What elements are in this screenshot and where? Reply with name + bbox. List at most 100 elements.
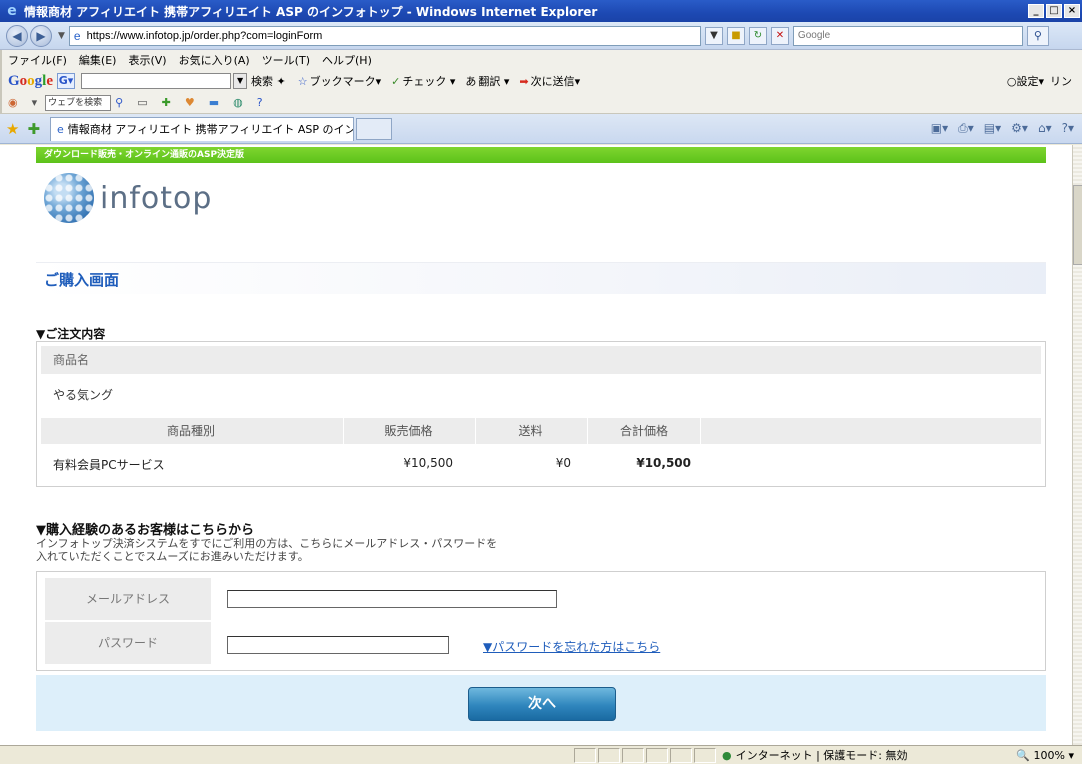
- menu-help[interactable]: ヘルプ(H): [322, 52, 372, 68]
- refresh-button[interactable]: ↻: [748, 26, 767, 45]
- google-search-input[interactable]: [81, 73, 232, 89]
- zoom-control[interactable]: 🔍 100% ▾: [1016, 749, 1074, 762]
- address-field[interactable]: e https://www.infotop.jp/order.php?com=l…: [68, 25, 701, 46]
- password-label: パスワード: [45, 622, 211, 664]
- email-field[interactable]: [227, 590, 557, 608]
- translate-button[interactable]: あ翻訳 ▾: [465, 73, 509, 89]
- email-label: メールアドレス: [45, 578, 211, 620]
- tab-bar: ★ ✚ e 情報商材 アフィリエイト 携帯アフィリエイト ASP のインフ...…: [0, 114, 1082, 144]
- status-segment: [622, 747, 644, 763]
- command-bar: ▣▾ ⎙▾ ▤▾ ⚙▾ ⌂▾ ?▾: [931, 121, 1074, 136]
- window-title-bar: e 情報商材 アフィリエイト 携帯アフィリエイト ASP のインフォトップ - …: [0, 0, 1082, 22]
- address-toolbar: ◀ ▶ ▼ e https://www.infotop.jp/order.php…: [0, 22, 1082, 50]
- cell-shipping: ¥0: [555, 456, 571, 470]
- magnifier-icon[interactable]: ⚲: [115, 96, 123, 109]
- google-search-button[interactable]: 検索 ✦: [251, 73, 288, 89]
- favorites-star-icon[interactable]: ★: [6, 120, 19, 138]
- links-button[interactable]: リン: [1050, 73, 1072, 89]
- maximize-button[interactable]: □: [1046, 4, 1062, 18]
- order-table-header: 商品種別 販売価格 送料 合計価格: [41, 418, 1041, 444]
- tools-menu-icon[interactable]: ⚙▾: [1011, 121, 1028, 136]
- toolbar-dropdown-icon[interactable]: ▾: [32, 96, 38, 109]
- address-dropdown-button[interactable]: ▼: [704, 26, 723, 45]
- tab-active[interactable]: e 情報商材 アフィリエイト 携帯アフィリエイト ASP のインフ...: [50, 116, 355, 141]
- forward-button[interactable]: ▶: [30, 24, 52, 47]
- login-description-line2: 入れていただくことでスムーズにお進みいただけます。: [36, 550, 309, 563]
- back-button[interactable]: ◀: [6, 24, 28, 47]
- login-description-line1: インフォトップ決済システムをすでにご利用の方は、こちらにメールアドレス・パスワー…: [36, 537, 498, 550]
- google-logo: Google: [8, 72, 54, 89]
- page-menu-icon[interactable]: ▤▾: [984, 121, 1001, 136]
- scrollbar-thumb[interactable]: [1073, 185, 1082, 265]
- page-icon: e: [73, 28, 81, 43]
- window-icon[interactable]: ▭: [137, 96, 147, 109]
- status-bar: ● インターネット | 保護モード: 無効 🔍 100% ▾: [0, 745, 1082, 764]
- google-toolbar: Google G▾ ▼ 検索 ✦ ☆ ブックマーク▾ ✓ チェック ▾ あ翻訳 ▾ …: [0, 70, 1082, 92]
- next-button-bar: 次へ: [36, 675, 1046, 731]
- toolbar-logo-icon: ◉: [8, 96, 18, 109]
- home-icon[interactable]: ⌂▾: [1038, 121, 1052, 136]
- cell-price: ¥10,500: [403, 456, 453, 470]
- status-segment: [646, 747, 668, 763]
- new-tab-button[interactable]: [356, 117, 393, 140]
- column-header-total: 合計価格: [587, 418, 701, 444]
- site-banner: ダウンロード販売・オンライン通販のASP決定版: [36, 147, 1046, 163]
- column-header-type: 商品種別: [166, 424, 215, 438]
- product-name-label: 商品名: [41, 346, 1041, 374]
- stop-button[interactable]: ✕: [770, 26, 789, 45]
- security-zone-text: インターネット | 保護モード: 無効: [735, 749, 908, 762]
- tab-label: 情報商材 アフィリエイト 携帯アフィリエイト ASP のインフ...: [67, 123, 355, 136]
- internet-globe-icon: ●: [722, 748, 732, 762]
- page-title: ご購入画面: [44, 271, 120, 289]
- close-button[interactable]: ×: [1064, 4, 1080, 18]
- google-menu-icon[interactable]: G▾: [57, 73, 76, 89]
- menu-view[interactable]: 表示(V): [128, 52, 166, 68]
- history-dropdown-icon[interactable]: ▼: [58, 31, 65, 41]
- forgot-password-link[interactable]: ▼パスワードを忘れた方はこちら: [483, 638, 660, 655]
- order-details-box: 商品名 やる気ング 商品種別 販売価格 送料 合計価格 有料会員PCサービス ¥…: [36, 341, 1046, 487]
- cell-product-type: 有料会員PCサービス: [53, 458, 165, 472]
- minimize-button[interactable]: _: [1028, 4, 1044, 18]
- help-menu-icon[interactable]: ?▾: [1062, 121, 1074, 136]
- status-segment: [574, 747, 596, 763]
- cell-total: ¥10,500: [636, 456, 691, 470]
- google-search-dropdown[interactable]: ▼: [233, 73, 248, 89]
- bookmarks-button[interactable]: ☆ ブックマーク▾: [298, 73, 381, 89]
- web-search-input[interactable]: ウェブを検索: [45, 94, 112, 111]
- send-to-button[interactable]: ➡ 次に送信▾: [519, 73, 580, 89]
- logo-ball-icon: [44, 173, 94, 223]
- globe-icon[interactable]: ◍: [233, 96, 243, 109]
- vertical-scrollbar[interactable]: [1072, 145, 1082, 745]
- tab-page-icon: e: [57, 122, 64, 136]
- password-field[interactable]: [227, 636, 449, 654]
- logo-text: infotop: [100, 180, 213, 216]
- ie-logo-icon: e: [7, 3, 17, 19]
- help-icon[interactable]: ?: [257, 96, 263, 109]
- order-section-heading: ▼ご注文内容: [36, 327, 106, 341]
- column-header-shipping: 送料: [475, 418, 585, 444]
- print-icon[interactable]: ⎙▾: [958, 121, 974, 136]
- url-text: https://www.infotop.jp/order.php?com=log…: [86, 29, 323, 42]
- login-section-heading: ▼購入経験のあるお客様はこちらから: [36, 523, 254, 538]
- menu-file[interactable]: ファイル(F): [8, 52, 67, 68]
- folder-icon[interactable]: ▬: [209, 96, 219, 109]
- site-logo[interactable]: infotop: [44, 173, 212, 223]
- plus-icon[interactable]: ✚: [162, 96, 171, 109]
- menu-favorites[interactable]: お気に入り(A): [179, 52, 250, 68]
- next-button[interactable]: 次へ: [468, 687, 616, 721]
- feeds-icon[interactable]: ▣▾: [931, 121, 948, 136]
- add-favorite-icon[interactable]: ✚: [27, 120, 40, 138]
- google-settings-button[interactable]: ○設定▾: [1007, 73, 1044, 89]
- menu-tools[interactable]: ツール(T): [262, 52, 310, 68]
- heart-icon[interactable]: ♥: [185, 96, 195, 109]
- column-header-price: 販売価格: [343, 418, 473, 444]
- lock-icon[interactable]: ■: [726, 26, 745, 45]
- browser-search-input[interactable]: Google: [792, 25, 1023, 46]
- status-segment: [598, 747, 620, 763]
- security-zone[interactable]: ● インターネット | 保護モード: 無効: [722, 747, 908, 763]
- page-viewport: ダウンロード販売・オンライン通販のASP決定版 infotop ご購入画面 ▼ご…: [0, 145, 1072, 745]
- menu-edit[interactable]: 編集(E): [79, 52, 117, 68]
- login-form: メールアドレス パスワード ▼パスワードを忘れた方はこちら: [36, 571, 1046, 671]
- search-go-icon[interactable]: ⚲: [1026, 25, 1049, 46]
- spellcheck-button[interactable]: ✓ チェック ▾: [391, 73, 455, 89]
